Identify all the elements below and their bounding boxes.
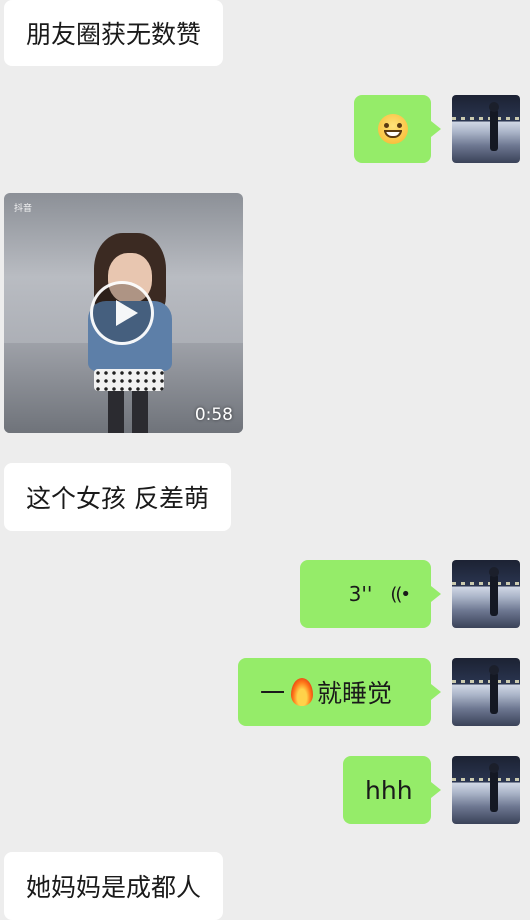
outgoing-message[interactable]: hhh: [343, 756, 441, 824]
incoming-message[interactable]: 朋友圈获无数赞: [4, 0, 224, 66]
message-text-part: 一: [260, 679, 286, 708]
message-text: 她妈妈是成都人: [26, 873, 202, 902]
bubble-tail: [431, 684, 441, 700]
message-text: 朋友圈获无数赞: [26, 20, 202, 49]
message-text: hhh: [365, 775, 413, 805]
incoming-message[interactable]: 她妈妈是成都人: [4, 852, 224, 920]
video-watermark: 抖音: [14, 204, 33, 214]
bubble-tail: [431, 782, 441, 798]
video-message[interactable]: 抖音 0:58: [4, 193, 243, 433]
message-text: 这个女孩 反差萌: [26, 484, 209, 513]
voice-duration: 3'': [348, 582, 373, 606]
voice-wave-icon: ((•: [390, 583, 411, 605]
outgoing-message[interactable]: 一 就睡觉: [238, 658, 441, 726]
bubble-tail: [431, 121, 441, 137]
my-avatar[interactable]: [452, 95, 520, 163]
incoming-message[interactable]: 这个女孩 反差萌: [4, 463, 231, 531]
fire-emoji: [291, 678, 314, 706]
message-text-part: 就睡觉: [317, 679, 393, 708]
my-avatar[interactable]: [452, 756, 520, 824]
video-duration: 0:58: [194, 405, 233, 425]
my-avatar[interactable]: [452, 560, 520, 628]
outgoing-message-emoji[interactable]: [354, 95, 441, 163]
bubble-tail: [431, 586, 441, 602]
grinning-face-emoji: [377, 114, 408, 144]
my-avatar[interactable]: [452, 658, 520, 726]
play-icon[interactable]: [90, 281, 154, 345]
outgoing-voice-message[interactable]: 3'' ((•: [300, 560, 441, 628]
